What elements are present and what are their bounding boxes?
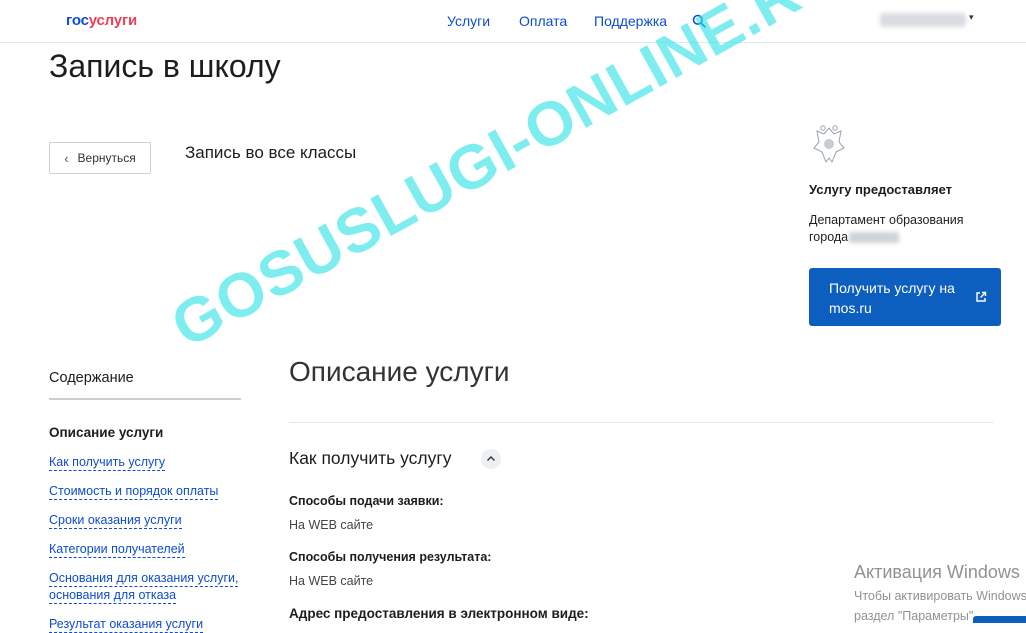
collapse-toggle-button[interactable] (481, 449, 501, 469)
chevron-up-icon (487, 456, 495, 461)
toc-item-result[interactable]: Результат оказания услуги (49, 616, 204, 633)
provider-name: Департамент образования города (809, 212, 999, 246)
field-value-result: На WEB сайте (289, 574, 374, 588)
toc-title: Содержание (49, 370, 134, 386)
page-title: Запись в школу (49, 48, 281, 84)
toc-item-how-to-get[interactable]: Как получить услугу (49, 454, 166, 471)
service-subtitle: Запись во все классы (185, 143, 357, 162)
section-divider (289, 422, 994, 423)
back-button[interactable]: ‹ Вернуться (49, 142, 151, 174)
field-label-submission: Способы подачи заявки: (289, 494, 444, 508)
section-title: Описание услуги (289, 356, 510, 387)
provider-name-line2: города (809, 229, 999, 246)
nav-services[interactable]: Услуги (447, 13, 490, 29)
user-menu-caret-icon[interactable]: ▾ (969, 12, 974, 23)
subsection-title: Как получить услугу (289, 448, 452, 468)
toc-item-description[interactable]: Описание услуги (49, 425, 163, 440)
toc-item-grounds-refusal[interactable]: основания для отказа (49, 587, 177, 604)
get-service-button-label: Получить услугу на mos.ru (829, 280, 955, 316)
toc-item-categories[interactable]: Категории получателей (49, 541, 185, 558)
emblem-icon (813, 125, 845, 164)
chevron-left-icon: ‹ (64, 150, 69, 166)
field-label-result: Способы получения результата: (289, 550, 492, 564)
windows-activation-title: Активация Windows (854, 562, 1020, 582)
get-service-button[interactable]: Получить услугу на mos.ru (809, 268, 1001, 326)
windows-activation-line1: Чтобы активировать Windows, (854, 589, 1026, 603)
chat-widget-button[interactable] (973, 616, 1026, 623)
toc-item-grounds[interactable]: Основания для оказания услуги, (49, 570, 239, 587)
field-label-address: Адрес предоставления в электронном виде: (289, 606, 589, 621)
back-button-label: Вернуться (77, 151, 136, 165)
nav-payment[interactable]: Оплата (519, 13, 567, 29)
toc-divider (49, 398, 241, 400)
provider-heading: Услугу предоставляет (809, 182, 953, 197)
gosuslugi-logo[interactable]: госуслуги (66, 12, 137, 29)
toc-item-terms[interactable]: Сроки оказания услуги (49, 512, 182, 529)
toc-item-cost[interactable]: Стоимость и порядок оплаты (49, 483, 219, 500)
external-link-icon (976, 291, 987, 302)
logo-part-uslugi: услуги (88, 12, 138, 29)
field-value-submission: На WEB сайте (289, 518, 374, 532)
user-name-blurred[interactable] (880, 13, 966, 27)
logo-part-gos: гос (66, 12, 89, 29)
search-icon[interactable] (692, 14, 706, 28)
provider-name-line1: Департамент образования (809, 213, 964, 227)
blurred-city (849, 232, 900, 244)
provider-city-label: города (809, 230, 849, 244)
top-header (0, 0, 1026, 43)
nav-support[interactable]: Поддержка (594, 13, 667, 29)
